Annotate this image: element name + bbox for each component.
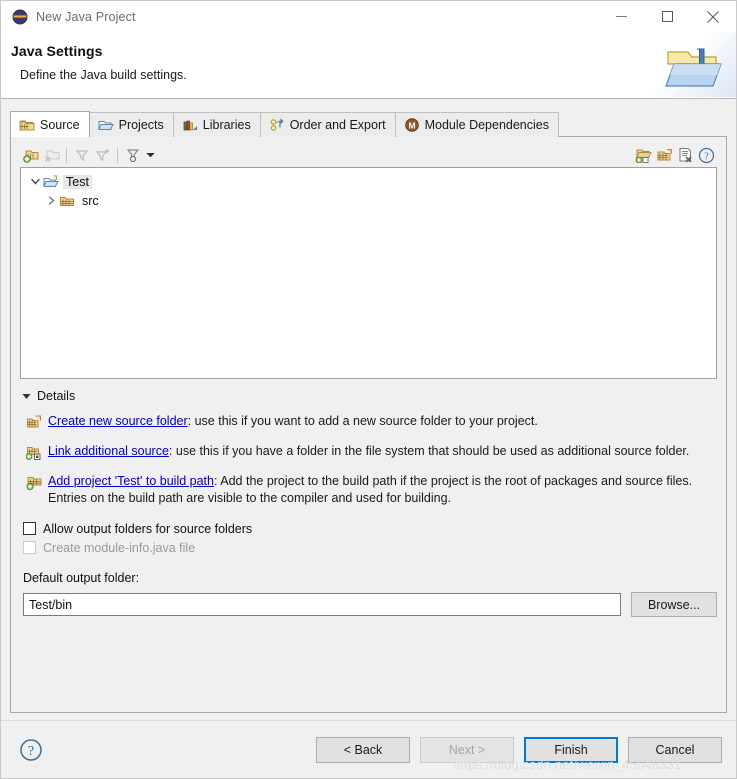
cancel-button[interactable]: Cancel [628, 736, 722, 763]
window-controls [598, 1, 736, 32]
minimize-icon[interactable] [598, 1, 644, 32]
remove-entry-icon[interactable] [675, 145, 696, 165]
dialog-body: Source Projects Libraries Order and Expo… [1, 99, 736, 720]
tab-strip: Source Projects Libraries Order and Expo… [10, 111, 727, 137]
filter-icon [71, 145, 92, 165]
detail-description: : use this if you have a folder in the f… [168, 444, 690, 458]
chevron-down-icon[interactable] [27, 174, 43, 190]
create-module-info-checkbox-row: Create module-info.java file [20, 538, 717, 557]
footer-buttons: < Back Next > Finish Cancel [316, 736, 722, 763]
details-links: Create new source folder: use this if yo… [20, 413, 717, 506]
back-button[interactable]: < Back [316, 736, 410, 763]
details-label: Details [37, 389, 76, 403]
tab-projects[interactable]: Projects [88, 112, 174, 137]
toolbar-separator [66, 147, 67, 163]
source-tab-panel: ? Test src Details Create new source fol… [10, 136, 727, 713]
tree-node-test[interactable]: Test [21, 172, 716, 191]
settings-tab-folder: Source Projects Libraries Order and Expo… [10, 111, 727, 713]
tab-source[interactable]: Source [10, 111, 90, 137]
help-icon[interactable]: ? [696, 145, 717, 165]
tab-order-and-export[interactable]: Order and Export [259, 112, 396, 137]
detail-description: : use this if you want to add a new sour… [187, 414, 538, 428]
tab-label: Source [40, 117, 80, 132]
close-icon[interactable] [690, 1, 736, 32]
link-source-icon[interactable] [633, 145, 654, 165]
allow-output-folders-label: Allow output folders for source folders [43, 521, 253, 536]
add-source-folder-icon[interactable] [20, 145, 41, 165]
link-additional-source-link[interactable]: Link additional source [48, 444, 169, 458]
order-export-icon [269, 117, 285, 133]
create-module-info-label: Create module-info.java file [43, 540, 196, 555]
new-java-project-dialog: New Java Project Java Settings Define th… [0, 0, 737, 779]
default-output-folder-value: Test/bin [29, 597, 73, 612]
detail-text: Create new source folder: use this if yo… [48, 413, 538, 430]
create-module-info-checkbox [23, 541, 36, 554]
window-title: New Java Project [36, 9, 136, 24]
project-folder-icon [43, 174, 59, 190]
svg-text:M: M [408, 121, 415, 131]
next-button: Next > [420, 736, 514, 763]
help-question-icon[interactable]: ? [19, 738, 43, 762]
dialog-footer: ? < Back Next > Finish Cancel [1, 720, 736, 778]
detail-link-additional-source: Link additional source: use this if you … [25, 443, 717, 460]
module-m-icon: M [404, 117, 420, 133]
wizard-header: Java Settings Define the Java build sett… [1, 32, 736, 99]
libraries-books-icon [182, 117, 198, 133]
eclipse-icon [12, 9, 28, 25]
default-output-folder-row: Test/bin Browse... [20, 592, 717, 617]
toolbar-separator [117, 147, 118, 163]
svg-text:?: ? [28, 744, 34, 759]
allow-output-folders-checkbox[interactable] [23, 522, 36, 535]
detail-text: Add project 'Test' to build path: Add th… [48, 473, 693, 506]
toolbar-dropdown-caret-icon[interactable] [143, 146, 157, 164]
remove-source-folder-icon [41, 145, 62, 165]
default-output-folder-input[interactable]: Test/bin [23, 593, 621, 616]
add-project-to-build-path-link[interactable]: Add project 'Test' to build path [48, 474, 214, 488]
tree-node-label: Test [63, 174, 92, 189]
link-additional-source-icon [25, 444, 42, 460]
tab-label: Projects [118, 118, 164, 132]
detail-text: Link additional source: use this if you … [48, 443, 689, 460]
tree-toolbar-right: ? [633, 143, 717, 167]
tree-node-src[interactable]: src [21, 191, 716, 210]
tree-node-label: src [82, 193, 99, 208]
title-bar: New Java Project [1, 1, 736, 32]
configure-filter-icon[interactable] [122, 145, 143, 165]
source-folder-icon [19, 117, 35, 133]
detail-create-source-folder: Create new source folder: use this if yo… [26, 413, 717, 430]
create-new-source-folder-link[interactable]: Create new source folder [48, 414, 188, 428]
tab-module-dependencies[interactable]: M Module Dependencies [394, 112, 559, 137]
details-section-header[interactable]: Details [20, 389, 717, 403]
browse-button[interactable]: Browse... [631, 592, 717, 617]
source-folders-tree[interactable]: Test src [20, 167, 717, 379]
svg-text:?: ? [704, 151, 709, 162]
source-package-folder-icon [59, 193, 75, 209]
add-project-build-path-icon [26, 474, 42, 491]
java-project-folder-icon [664, 44, 722, 90]
page-title: Java Settings [11, 43, 103, 59]
page-subtitle: Define the Java build settings. [20, 68, 187, 82]
allow-output-folders-checkbox-row[interactable]: Allow output folders for source folders [20, 519, 717, 538]
create-source-folder-icon [26, 414, 42, 430]
maximize-icon[interactable] [644, 1, 690, 32]
chevron-right-icon[interactable] [43, 193, 59, 209]
new-source-folder-icon[interactable] [654, 145, 675, 165]
tab-libraries[interactable]: Libraries [172, 112, 261, 137]
triangle-down-icon[interactable] [22, 389, 31, 403]
finish-button[interactable]: Finish [524, 736, 618, 763]
tab-label: Module Dependencies [424, 118, 549, 132]
add-filter-icon [92, 145, 113, 165]
tab-label: Order and Export [289, 118, 386, 132]
open-folder-icon [97, 117, 114, 133]
default-output-folder-label: Default output folder: [23, 571, 140, 585]
detail-add-project-to-build-path: Add project 'Test' to build path: Add th… [26, 473, 717, 506]
tab-label: Libraries [202, 118, 251, 132]
tree-toolbar: ? [20, 143, 717, 167]
